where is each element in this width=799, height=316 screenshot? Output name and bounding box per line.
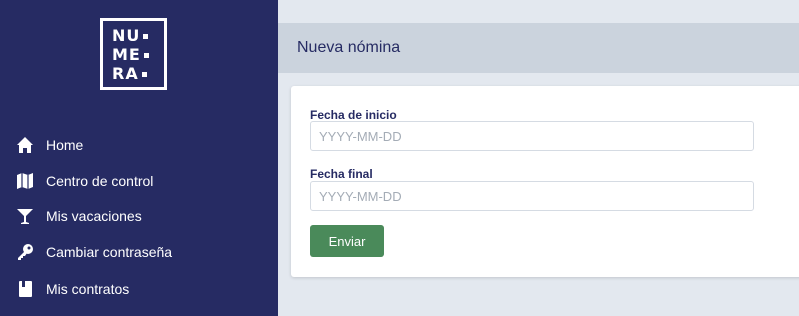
- sidebar-item-label: Mis vacaciones: [46, 208, 142, 224]
- contract-icon: [15, 279, 35, 299]
- start-date-label: Fecha de inicio: [310, 108, 397, 122]
- submit-button[interactable]: Enviar: [310, 225, 384, 257]
- numera-logo[interactable]: NU ME RA: [100, 18, 167, 90]
- end-date-label: Fecha final: [310, 167, 373, 181]
- sidebar-item-label: Cambiar contraseña: [46, 244, 173, 260]
- page-title: Nueva nómina: [297, 39, 401, 56]
- home-icon: [15, 135, 35, 155]
- payroll-form-card: Fecha de inicio Fecha final Enviar: [291, 86, 799, 277]
- page-header: Nueva nómina: [278, 23, 799, 73]
- sidebar-item-mis-contratos[interactable]: Mis contratos: [0, 273, 278, 305]
- cocktail-icon: [15, 206, 35, 226]
- sidebar-item-cambiar-contrasena[interactable]: Cambiar contraseña: [0, 236, 278, 268]
- end-date-input[interactable]: [310, 181, 754, 211]
- sidebar: NU ME RA Home Centro de control Mis vaca…: [0, 0, 278, 316]
- logo-row-2: ME: [112, 47, 149, 63]
- logo-row-3: RA: [112, 66, 147, 82]
- logo-row-1: NU: [112, 28, 149, 44]
- sidebar-item-label: Centro de control: [46, 173, 154, 189]
- start-date-input[interactable]: [310, 121, 754, 151]
- map-icon: [15, 171, 35, 191]
- sidebar-item-centro-de-control[interactable]: Centro de control: [0, 165, 278, 197]
- sidebar-item-label: Mis contratos: [46, 281, 130, 297]
- key-icon: [15, 242, 35, 262]
- sidebar-item-label: Home: [46, 137, 84, 153]
- sidebar-item-mis-vacaciones[interactable]: Mis vacaciones: [0, 200, 278, 232]
- sidebar-item-home[interactable]: Home: [0, 129, 278, 161]
